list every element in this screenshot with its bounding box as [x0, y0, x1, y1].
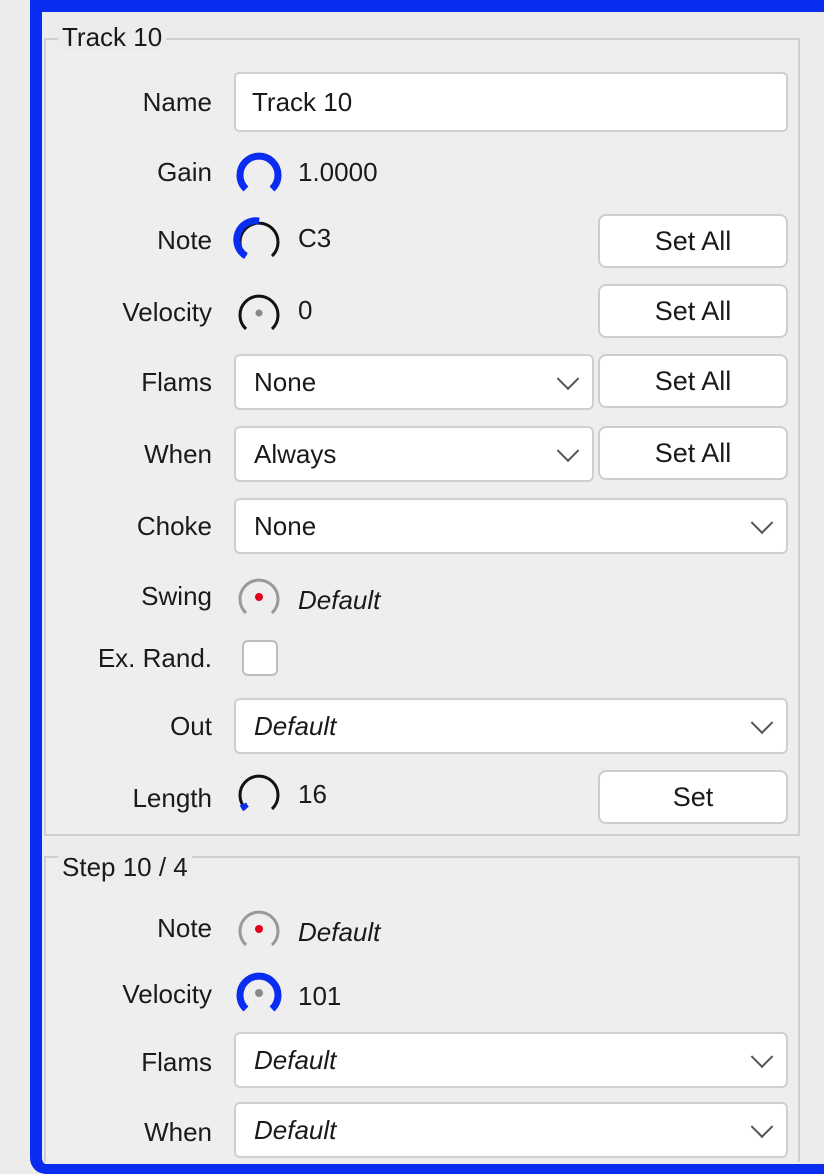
step-when-dropdown[interactable]: Default [234, 1102, 788, 1158]
step-note-label: Note [157, 913, 212, 943]
when-dropdown[interactable]: Always [234, 426, 594, 482]
step-when-label: When [144, 1117, 212, 1147]
out-value: Default [254, 710, 337, 741]
when-label: When [144, 439, 212, 469]
step-note-value: Default [298, 917, 381, 947]
track-group-title: Track 10 [58, 22, 167, 52]
out-label: Out [170, 711, 212, 741]
choke-value: None [254, 510, 317, 541]
chevron-down-icon [556, 367, 580, 391]
flams-dropdown[interactable]: None [234, 354, 594, 410]
step-velocity-label: Velocity [122, 979, 212, 1009]
swing-value: Default [298, 585, 381, 615]
gain-value: 1.0000 [298, 157, 378, 187]
step-group-title: Step 10 / 4 [58, 852, 192, 882]
when-value: Always [254, 438, 337, 469]
chevron-down-icon [750, 711, 774, 735]
step-flams-value: Default [254, 1044, 337, 1075]
note-value: C3 [298, 223, 332, 253]
step-velocity-value: 101 [298, 981, 342, 1011]
note-set-all-button[interactable]: Set All [598, 214, 788, 268]
choke-dropdown[interactable]: None [234, 498, 788, 554]
flams-label: Flams [141, 367, 212, 397]
chevron-down-icon [750, 511, 774, 535]
ex-rand-label: Ex. Rand. [97, 643, 212, 673]
step-note-knob-icon[interactable] [232, 902, 286, 956]
note-knob-icon[interactable] [232, 213, 286, 267]
track-name-field[interactable]: Track 10 [234, 72, 788, 132]
length-label: Length [132, 783, 212, 813]
gain-label: Gain [157, 157, 212, 187]
step-flams-label: Flams [141, 1047, 212, 1077]
velocity-value: 0 [298, 295, 313, 325]
when-set-all-button[interactable]: Set All [598, 426, 788, 480]
length-value: 16 [298, 779, 327, 809]
step-when-value: Default [254, 1114, 337, 1145]
swing-knob-icon[interactable] [232, 570, 286, 624]
chevron-down-icon [556, 439, 580, 463]
length-set-button[interactable]: Set [598, 770, 788, 824]
length-knob-icon[interactable] [232, 766, 286, 820]
velocity-set-all-button[interactable]: Set All [598, 284, 788, 338]
note-label: Note [157, 225, 212, 255]
chevron-down-icon [750, 1045, 774, 1069]
chevron-down-icon [750, 1115, 774, 1139]
track-name-value: Track 10 [252, 86, 353, 117]
step-flams-dropdown[interactable]: Default [234, 1032, 788, 1088]
ex-rand-checkbox[interactable] [242, 640, 278, 676]
velocity-label: Velocity [122, 297, 212, 327]
flams-set-all-button[interactable]: Set All [598, 354, 788, 408]
flams-value: None [254, 366, 317, 397]
name-label: Name [142, 87, 212, 117]
gain-knob-icon[interactable] [232, 146, 286, 200]
velocity-knob-icon[interactable] [232, 286, 286, 340]
out-dropdown[interactable]: Default [234, 698, 788, 754]
step-velocity-knob-icon[interactable] [232, 966, 286, 1020]
choke-label: Choke [136, 511, 212, 541]
swing-label: Swing [141, 581, 212, 611]
